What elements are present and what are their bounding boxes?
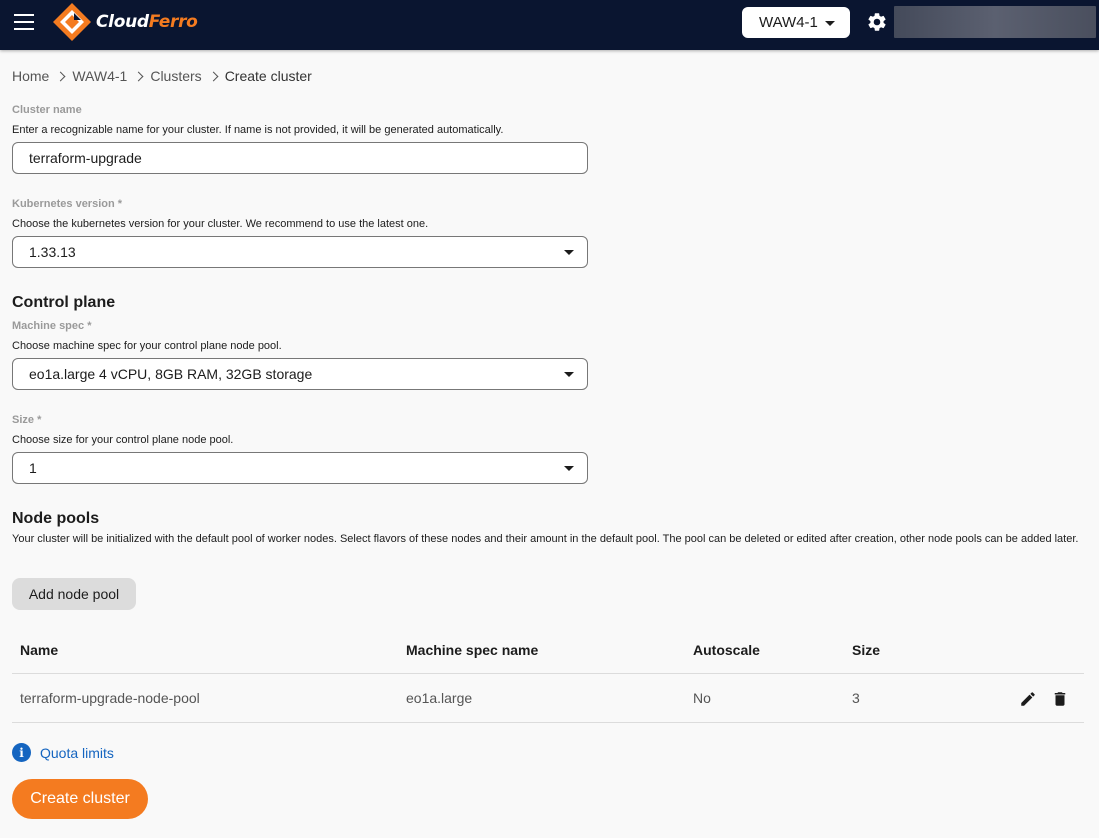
node-pools-description: Your cluster will be initialized with th… bbox=[12, 533, 1079, 545]
quota-limits-label: Quota limits bbox=[40, 744, 114, 761]
machine-spec-value: eo1a.large 4 vCPU, 8GB RAM, 32GB storage bbox=[29, 366, 313, 382]
size-help: Choose size for your control plane node … bbox=[12, 434, 234, 446]
breadcrumb-home[interactable]: Home bbox=[12, 68, 49, 84]
logo[interactable]: CloudFerro bbox=[52, 2, 198, 42]
cluster-name-label: Cluster name bbox=[12, 104, 82, 116]
gear-icon[interactable] bbox=[866, 11, 888, 33]
cluster-name-help: Enter a recognizable name for your clust… bbox=[12, 124, 504, 136]
table-header: Name Machine spec name Autoscale Size bbox=[12, 626, 1084, 674]
size-select[interactable]: 1 bbox=[12, 452, 588, 484]
breadcrumb: Home WAW4-1 Clusters Create cluster bbox=[12, 68, 312, 84]
info-icon: i bbox=[12, 743, 31, 762]
node-pool-machine-spec: eo1a.large bbox=[406, 690, 473, 706]
kubernetes-version-help: Choose the kubernetes version for your c… bbox=[12, 218, 429, 230]
chevron-down-icon bbox=[564, 250, 574, 255]
kubernetes-version-label: Kubernetes version * bbox=[12, 198, 123, 210]
column-header-machine-spec[interactable]: Machine spec name bbox=[406, 626, 538, 673]
top-bar: CloudFerro WAW4-1 bbox=[0, 0, 1099, 50]
user-account-redacted[interactable] bbox=[894, 6, 1096, 38]
machine-spec-label: Machine spec * bbox=[12, 320, 92, 332]
region-select[interactable]: WAW4-1 bbox=[742, 7, 850, 38]
region-value: WAW4-1 bbox=[759, 14, 818, 31]
chevron-down-icon bbox=[564, 466, 574, 471]
node-pool-autoscale: No bbox=[693, 690, 711, 706]
column-header-name[interactable]: Name bbox=[20, 626, 58, 673]
cluster-name-value: terraform-upgrade bbox=[29, 150, 142, 166]
delete-icon[interactable] bbox=[1051, 690, 1069, 708]
node-pools-table: Name Machine spec name Autoscale Size te… bbox=[12, 626, 1084, 723]
node-pool-size: 3 bbox=[852, 690, 860, 706]
quota-limits-link[interactable]: i Quota limits bbox=[12, 743, 114, 762]
breadcrumb-region[interactable]: WAW4-1 bbox=[72, 68, 127, 84]
breadcrumb-clusters[interactable]: Clusters bbox=[150, 68, 201, 84]
table-row: terraform-upgrade-node-pool eo1a.large N… bbox=[12, 674, 1084, 723]
brand-name: CloudFerro bbox=[96, 12, 198, 32]
node-pool-name: terraform-upgrade-node-pool bbox=[20, 690, 200, 706]
column-header-autoscale[interactable]: Autoscale bbox=[693, 626, 760, 673]
create-cluster-button[interactable]: Create cluster bbox=[12, 779, 148, 819]
machine-spec-select[interactable]: eo1a.large 4 vCPU, 8GB RAM, 32GB storage bbox=[12, 358, 588, 390]
size-label: Size * bbox=[12, 414, 42, 426]
chevron-down-icon bbox=[564, 372, 574, 377]
chevron-right-icon bbox=[55, 71, 66, 81]
chevron-right-icon bbox=[208, 71, 219, 81]
kubernetes-version-select[interactable]: 1.33.13 bbox=[12, 236, 588, 268]
node-pools-title: Node pools bbox=[12, 510, 100, 527]
menu-icon[interactable] bbox=[14, 14, 34, 30]
add-node-pool-button[interactable]: Add node pool bbox=[12, 578, 136, 610]
chevron-right-icon bbox=[133, 71, 144, 81]
column-header-size[interactable]: Size bbox=[852, 626, 880, 673]
size-value: 1 bbox=[29, 460, 37, 476]
machine-spec-help: Choose machine spec for your control pla… bbox=[12, 340, 282, 352]
cloudferro-logo-icon bbox=[53, 3, 91, 41]
chevron-down-icon bbox=[825, 21, 835, 26]
edit-icon[interactable] bbox=[1019, 690, 1037, 708]
kubernetes-version-value: 1.33.13 bbox=[29, 244, 76, 260]
breadcrumb-current: Create cluster bbox=[224, 68, 312, 84]
cluster-name-input[interactable]: terraform-upgrade bbox=[12, 142, 588, 174]
control-plane-title: Control plane bbox=[12, 294, 116, 311]
